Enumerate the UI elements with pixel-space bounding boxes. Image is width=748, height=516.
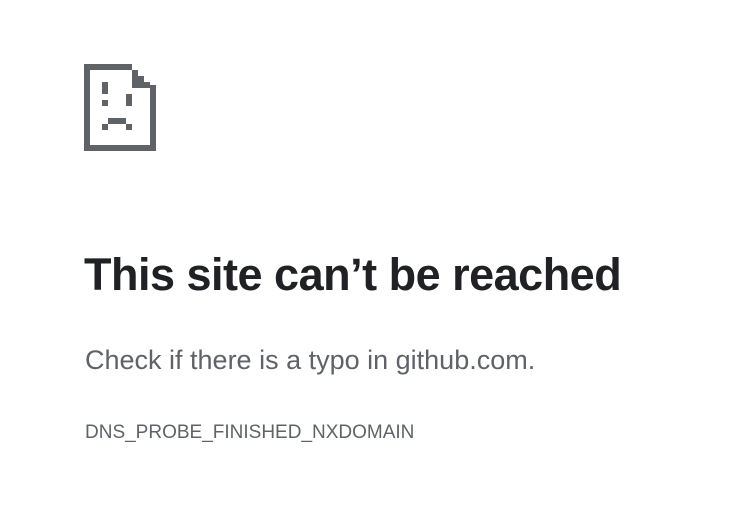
suggestion-text: Check if there is a typo in github.com. [85,345,536,375]
page-title: This site can’t be reached [84,249,622,300]
error-page: This site can’t be reached Check if ther… [0,0,748,516]
error-code: DNS_PROBE_FINISHED_NXDOMAIN [85,422,415,443]
sad-page-icon [84,64,156,151]
